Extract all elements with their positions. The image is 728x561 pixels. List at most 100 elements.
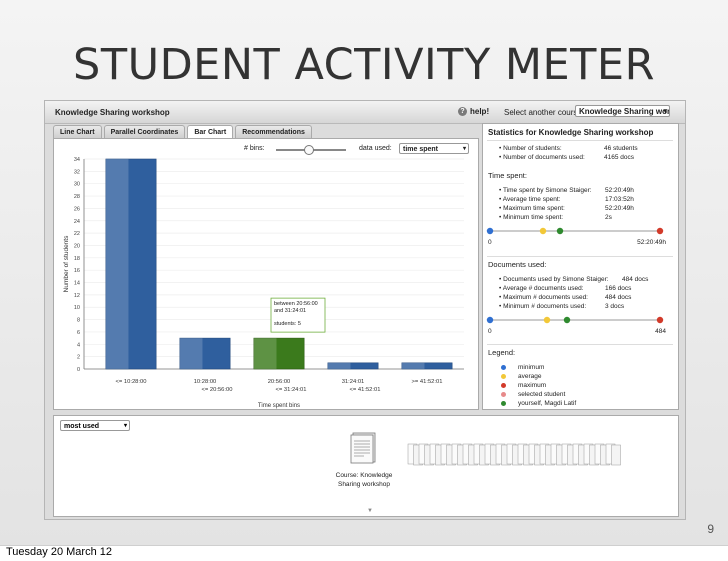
y-tick-label: 20: [74, 243, 80, 249]
time-range-min: 0: [488, 239, 492, 246]
docs-section-title: Documents used:: [488, 260, 547, 269]
bar-chart: 0246810121416182022242628303234Number of…: [63, 157, 464, 409]
most-used-select[interactable]: most used ▾: [60, 420, 130, 431]
time-scale: 0 52:20:49h: [486, 227, 666, 246]
time-section-title: Time spent:: [488, 171, 527, 180]
legend-item: maximum: [501, 382, 546, 389]
tab-bar-chart[interactable]: Bar Chart: [187, 125, 234, 138]
divider: [487, 256, 673, 257]
legend-item: selected student: [501, 391, 565, 398]
help-label: help!: [470, 107, 490, 116]
y-tick-label: 2: [77, 355, 80, 361]
stat-value: 17:03:52h: [605, 196, 634, 203]
x-tick-label: >= 41:52:01: [412, 379, 443, 385]
stat-row: • Time spent by Simone Staiger: 52:20:49h: [499, 187, 634, 194]
minimum-marker: [486, 227, 494, 235]
stat-label: Maximum time spent:: [503, 205, 565, 212]
divider: [487, 344, 673, 345]
tab-parallel-coordinates[interactable]: Parallel Coordinates: [103, 125, 186, 138]
x-tick-label: <= 20:56:00: [202, 387, 233, 393]
legend-label: minimum: [518, 364, 545, 371]
course-select[interactable]: Knowledge Sharing worksho ▾: [575, 105, 670, 117]
stat-label: Time spent by Simone Staiger:: [502, 187, 592, 194]
legend-item: average: [501, 373, 542, 380]
stat-label: Number of students:: [503, 145, 562, 152]
course-caption: Course: Knowledge Sharing workshop: [335, 472, 393, 488]
stat-row: • Documents used by Simone Staiger: 484 d…: [499, 276, 649, 283]
chevron-down-icon: ▾: [123, 423, 127, 429]
legend-item: yourself, Magdi Latif: [501, 400, 576, 407]
statistics-panel: Statistics for Knowledge Sharing worksho…: [482, 123, 679, 410]
bar-highlight: [179, 338, 203, 369]
yourself-marker: [563, 316, 571, 324]
average-marker: [539, 227, 547, 235]
document-stack[interactable]: [406, 442, 626, 468]
stat-value: 52:20:49h: [605, 205, 634, 212]
x-axis-label: Time spent bins: [258, 403, 300, 409]
app-titlebar: Knowledge Sharing workshop ? help! Selec…: [45, 101, 685, 124]
x-tick-label: <= 41:52:01: [350, 387, 381, 393]
y-tick-label: 30: [74, 182, 80, 188]
x-tick-label: 10:28:00: [194, 379, 217, 385]
app-title: Knowledge Sharing workshop: [55, 108, 170, 117]
legend-dot: [501, 383, 506, 388]
slide-number: 9: [707, 522, 714, 536]
x-tick-label: <= 10:28:00: [116, 379, 147, 385]
y-tick-label: 6: [77, 330, 80, 336]
x-tick-label: <= 31:24:01: [276, 387, 307, 393]
bar-highlight: [253, 338, 277, 369]
app-window: Knowledge Sharing workshop ? help! Selec…: [44, 100, 686, 520]
stat-row: • Number of documents used: 4165 docs: [499, 154, 634, 161]
maximum-marker: [656, 316, 664, 324]
stat-label: Maximum # documents used:: [503, 294, 588, 301]
docs-range-min: 0: [488, 328, 492, 335]
y-axis-label: Number of students: [63, 235, 70, 292]
time-range-max: 52:20:49h: [637, 239, 666, 246]
y-tick-label: 34: [74, 157, 80, 163]
legend-dot: [501, 392, 506, 397]
y-tick-label: 22: [74, 231, 80, 237]
stat-row: • Number of students: 46 students: [499, 145, 638, 152]
tab-bar: Line Chart Parallel Coordinates Bar Char…: [53, 125, 312, 138]
tooltip-line: students: 5: [274, 321, 301, 327]
stat-value: 2s: [605, 214, 612, 221]
y-tick-label: 14: [74, 281, 80, 287]
bar-highlight: [327, 362, 351, 369]
y-tick-label: 16: [74, 268, 80, 274]
chevron-down-icon: ▾: [663, 108, 667, 115]
stat-label: Average time spent:: [502, 196, 561, 203]
y-tick-label: 10: [74, 305, 80, 311]
slide-title: STUDENT ACTIVITY METER: [73, 40, 655, 90]
tooltip-line: between 20:56:00: [274, 301, 318, 307]
most-used-value: most used: [64, 423, 100, 430]
course-select-value: Knowledge Sharing worksho: [579, 107, 670, 116]
legend-title: Legend:: [488, 348, 516, 357]
collapse-triangle-icon[interactable]: ▼: [367, 508, 373, 514]
document-thumbnail[interactable]: [611, 444, 621, 466]
stat-label: Documents used by Simone Staiger:: [503, 276, 609, 283]
course-document-icon[interactable]: [350, 432, 376, 464]
docs-range-max: 484: [655, 328, 666, 335]
slide: STUDENT ACTIVITY METER Knowledge Sharing…: [0, 0, 728, 546]
splitter-handle[interactable]: [45, 411, 685, 414]
x-tick-label: 20:56:00: [268, 379, 291, 385]
stat-value: 46 students: [604, 145, 638, 152]
help-link[interactable]: ? help!: [458, 107, 489, 116]
bar-highlight: [105, 159, 129, 369]
tab-line-chart[interactable]: Line Chart: [53, 125, 102, 138]
divider: [487, 140, 673, 141]
stat-label: Average # documents used:: [502, 285, 584, 292]
minimum-marker: [486, 316, 494, 324]
course-label: Select another course:: [504, 108, 585, 117]
stat-label: Minimum # documents used:: [503, 303, 587, 310]
stat-row: • Minimum time spent: 2s: [499, 214, 612, 221]
stat-value: 4165 docs: [604, 154, 634, 161]
tab-recommendations[interactable]: Recommendations: [235, 125, 312, 138]
y-tick-label: 28: [74, 194, 80, 200]
stat-value: 484 docs: [605, 294, 632, 301]
legend-label: selected student: [518, 391, 566, 398]
footer-date: Tuesday 20 March 12: [6, 546, 112, 558]
average-marker: [543, 316, 551, 324]
y-tick-label: 0: [77, 367, 80, 373]
stat-row: • Maximum time spent: 52:20:49h: [499, 205, 634, 212]
